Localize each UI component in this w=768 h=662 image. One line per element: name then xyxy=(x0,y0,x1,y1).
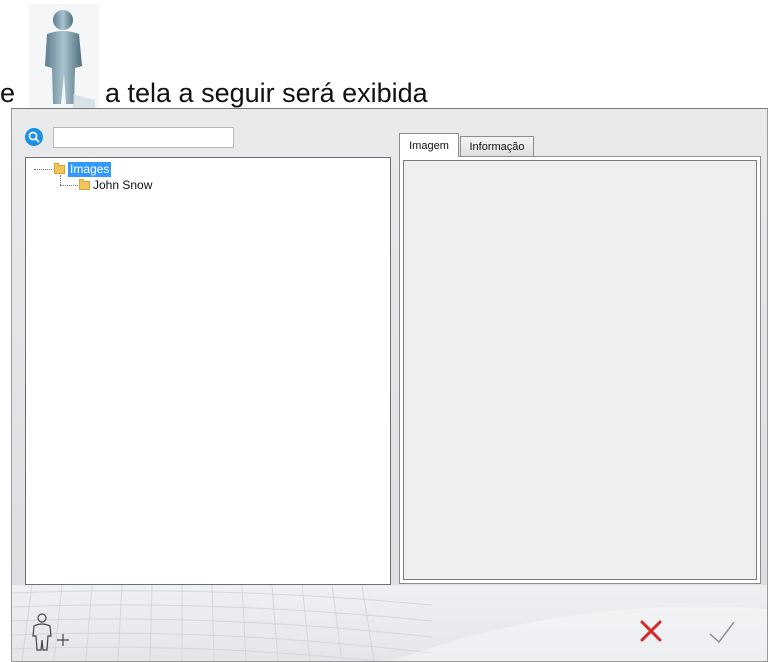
folder-icon xyxy=(54,162,65,174)
search-input[interactable] xyxy=(53,127,234,148)
add-user-icon xyxy=(32,613,69,651)
tree-item-label: Images xyxy=(68,161,112,177)
tree-connector xyxy=(60,185,78,186)
caption-text: a tela a seguir será exibida xyxy=(105,78,428,108)
tree-item-john-snow[interactable]: John Snow xyxy=(79,177,152,193)
button-bar xyxy=(12,585,767,661)
tab-content xyxy=(399,156,761,584)
image-preview xyxy=(403,160,757,580)
caption: e a tela a seguir será exibida xyxy=(0,0,768,110)
tab-label: Imagem xyxy=(409,139,449,152)
tree-item-label: John Snow xyxy=(93,178,153,192)
details-tabs: Imagem Informação xyxy=(399,133,761,585)
folder-icon xyxy=(79,178,90,190)
checkmark-icon xyxy=(709,621,735,644)
tab-imagem[interactable]: Imagem xyxy=(399,133,459,157)
image-browser-dialog: Images John Snow Imagem Informação xyxy=(11,108,768,662)
caption-prefix: e xyxy=(0,78,16,108)
cancel-button[interactable] xyxy=(638,618,664,644)
tree-view[interactable]: Images John Snow xyxy=(25,157,391,585)
tree-connector xyxy=(34,169,52,170)
add-user-button[interactable] xyxy=(29,612,75,652)
person-icon xyxy=(29,4,99,110)
confirm-button[interactable] xyxy=(707,618,737,646)
tab-label: Informação xyxy=(469,141,525,153)
tree-connector xyxy=(60,175,61,185)
tree-item-images[interactable]: Images xyxy=(54,161,112,177)
tab-informacao[interactable]: Informação xyxy=(460,136,534,157)
close-icon xyxy=(640,620,662,642)
search-icon[interactable] xyxy=(25,128,43,146)
